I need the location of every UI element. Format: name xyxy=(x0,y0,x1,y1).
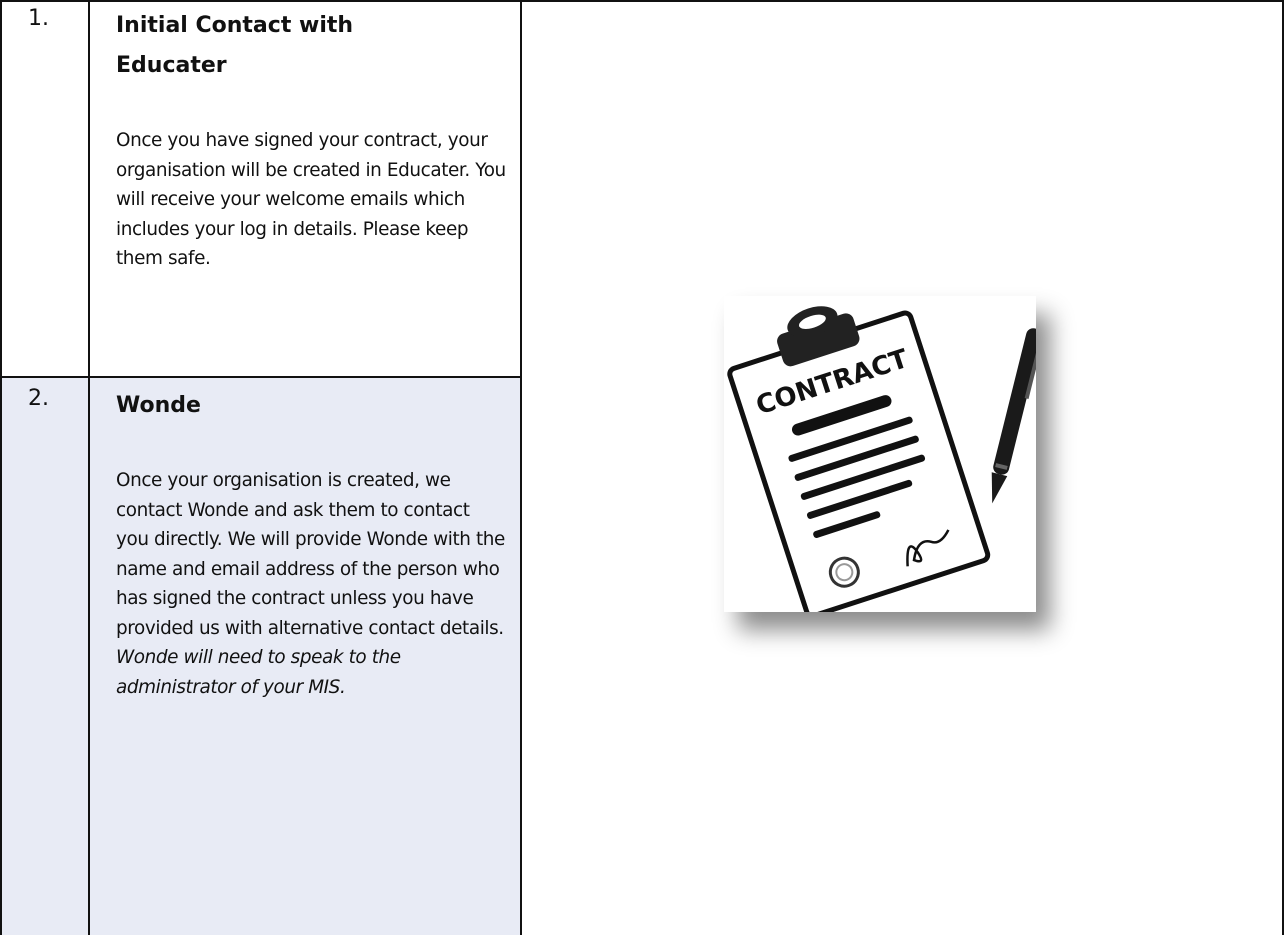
step-2-note: Wonde will need to speak to the administ… xyxy=(116,647,401,698)
row-divider xyxy=(0,376,522,378)
column-divider-2 xyxy=(520,0,522,935)
step-1-title: Initial Contact with Educater xyxy=(116,13,354,78)
step-2-cell: Wonde Once your organisation is created,… xyxy=(116,386,512,702)
step-1-body: Once you have signed your contract, your… xyxy=(116,130,506,269)
contract-clipboard-pen-icon: CONTRACT xyxy=(727,306,1036,612)
step-2-number: 2. xyxy=(28,386,49,411)
step-2-body: Once your organisation is created, we co… xyxy=(116,470,505,639)
column-divider-1 xyxy=(88,0,90,935)
step-1-number: 1. xyxy=(28,6,49,31)
contract-illustration: CONTRACT xyxy=(724,296,1036,612)
step-1-cell: Initial Contact with Educater Once you h… xyxy=(116,6,512,274)
table-left-border xyxy=(0,0,2,935)
step-2-title: Wonde xyxy=(116,393,201,418)
table-top-border xyxy=(0,0,1284,2)
row-2-number-background xyxy=(2,378,88,935)
